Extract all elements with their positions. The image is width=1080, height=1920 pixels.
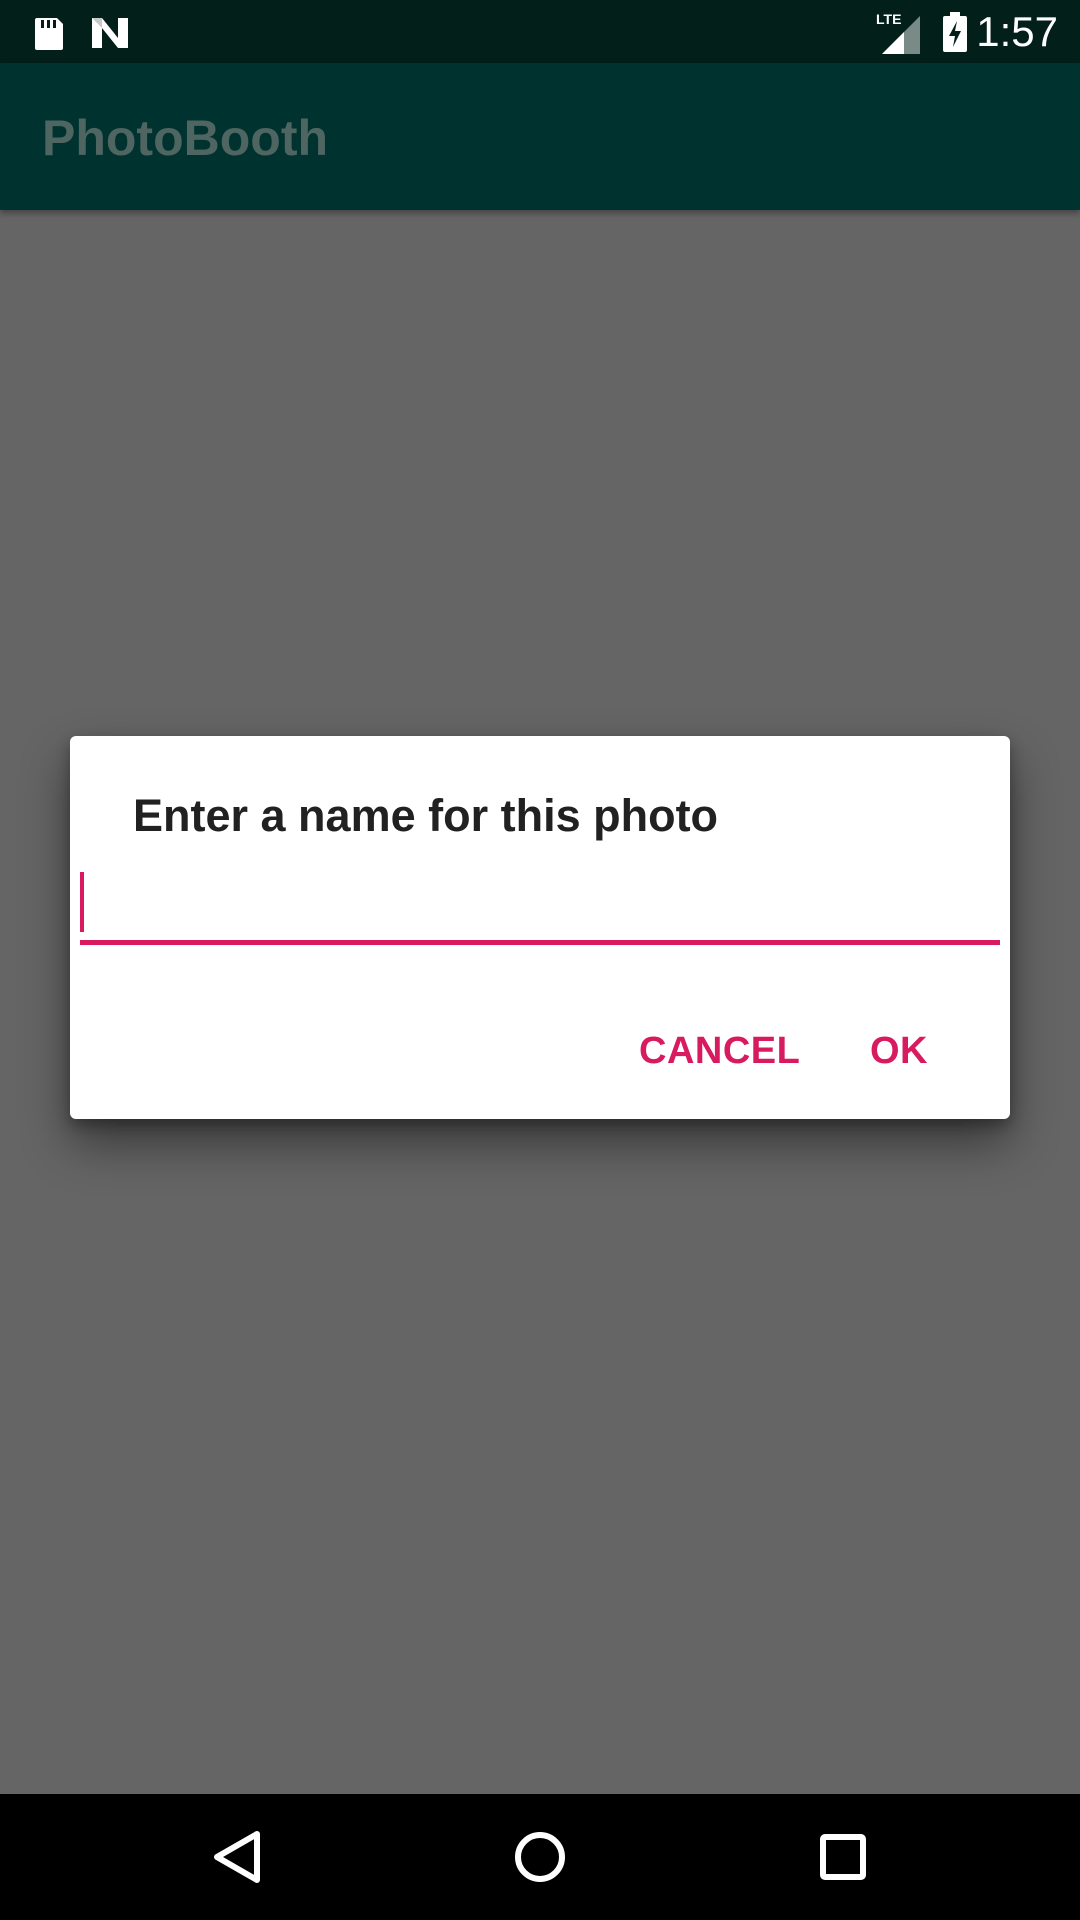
app-title: PhotoBooth [42,110,329,166]
photo-name-input[interactable] [80,871,1000,931]
text-cursor [80,872,84,932]
network-type-label: LTE [876,11,901,27]
status-bar: LTE 1:57 [0,0,1080,63]
ok-button[interactable]: OK [870,1016,928,1086]
dialog-title: Enter a name for this photo [133,790,719,841]
input-underline [80,940,1000,945]
battery-charging-icon [943,12,967,52]
cancel-button[interactable]: CANCEL [639,1016,800,1086]
recents-icon[interactable] [808,1822,878,1892]
n-icon [92,18,128,48]
status-time: 1:57 [976,8,1058,55]
navigation-bar [0,1794,1080,1920]
back-icon[interactable] [201,1822,271,1892]
sd-card-icon [35,18,63,50]
signal-icon: LTE [876,11,920,54]
name-photo-dialog: Enter a name for this photo CANCEL OK [70,736,1010,1119]
home-icon[interactable] [505,1822,575,1892]
app-bar: PhotoBooth [0,63,1080,210]
